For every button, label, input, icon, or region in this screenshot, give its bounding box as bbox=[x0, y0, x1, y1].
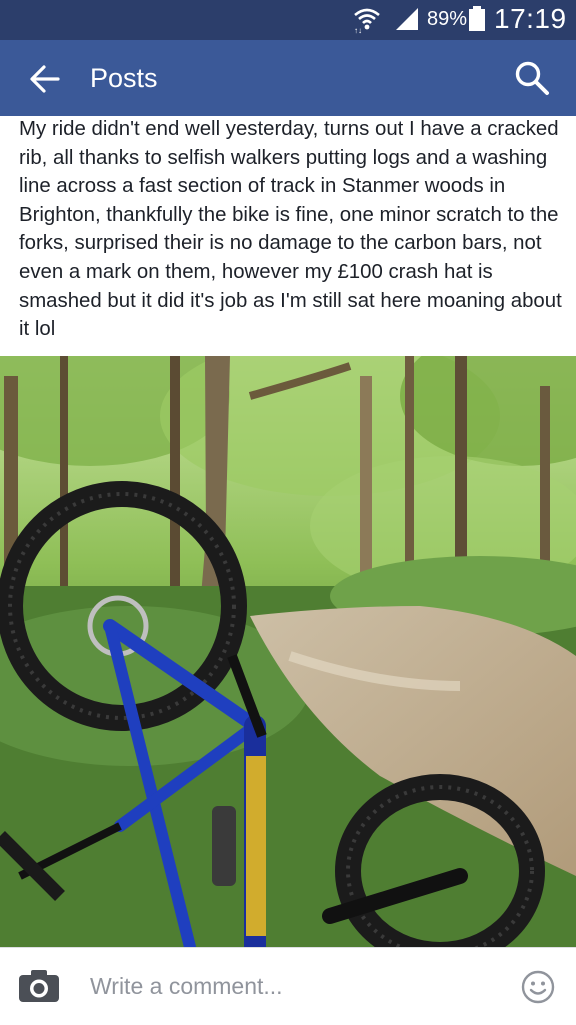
wifi-icon: ↑↓ bbox=[354, 8, 380, 34]
back-arrow-icon[interactable] bbox=[28, 62, 62, 96]
bike-in-woods-image bbox=[0, 356, 576, 947]
status-bar: ↑↓ 89% 17:19 bbox=[0, 0, 576, 40]
signal-icon bbox=[396, 8, 418, 30]
search-icon[interactable] bbox=[513, 59, 551, 97]
post-photo[interactable] bbox=[0, 356, 576, 947]
post-text: My ride didn't end well yesterday, turns… bbox=[19, 118, 562, 341]
clock-time: 17:19 bbox=[494, 3, 567, 34]
camera-icon[interactable] bbox=[18, 969, 60, 1003]
svg-text:↑↓: ↑↓ bbox=[354, 26, 362, 34]
smiley-icon[interactable] bbox=[521, 970, 555, 1004]
comment-input[interactable] bbox=[90, 970, 490, 1002]
comment-bar bbox=[0, 947, 576, 1025]
battery-percent: 89% bbox=[427, 8, 468, 30]
battery-icon bbox=[469, 6, 485, 31]
header-bar: Posts bbox=[0, 40, 576, 116]
page-title: Posts bbox=[90, 63, 158, 93]
